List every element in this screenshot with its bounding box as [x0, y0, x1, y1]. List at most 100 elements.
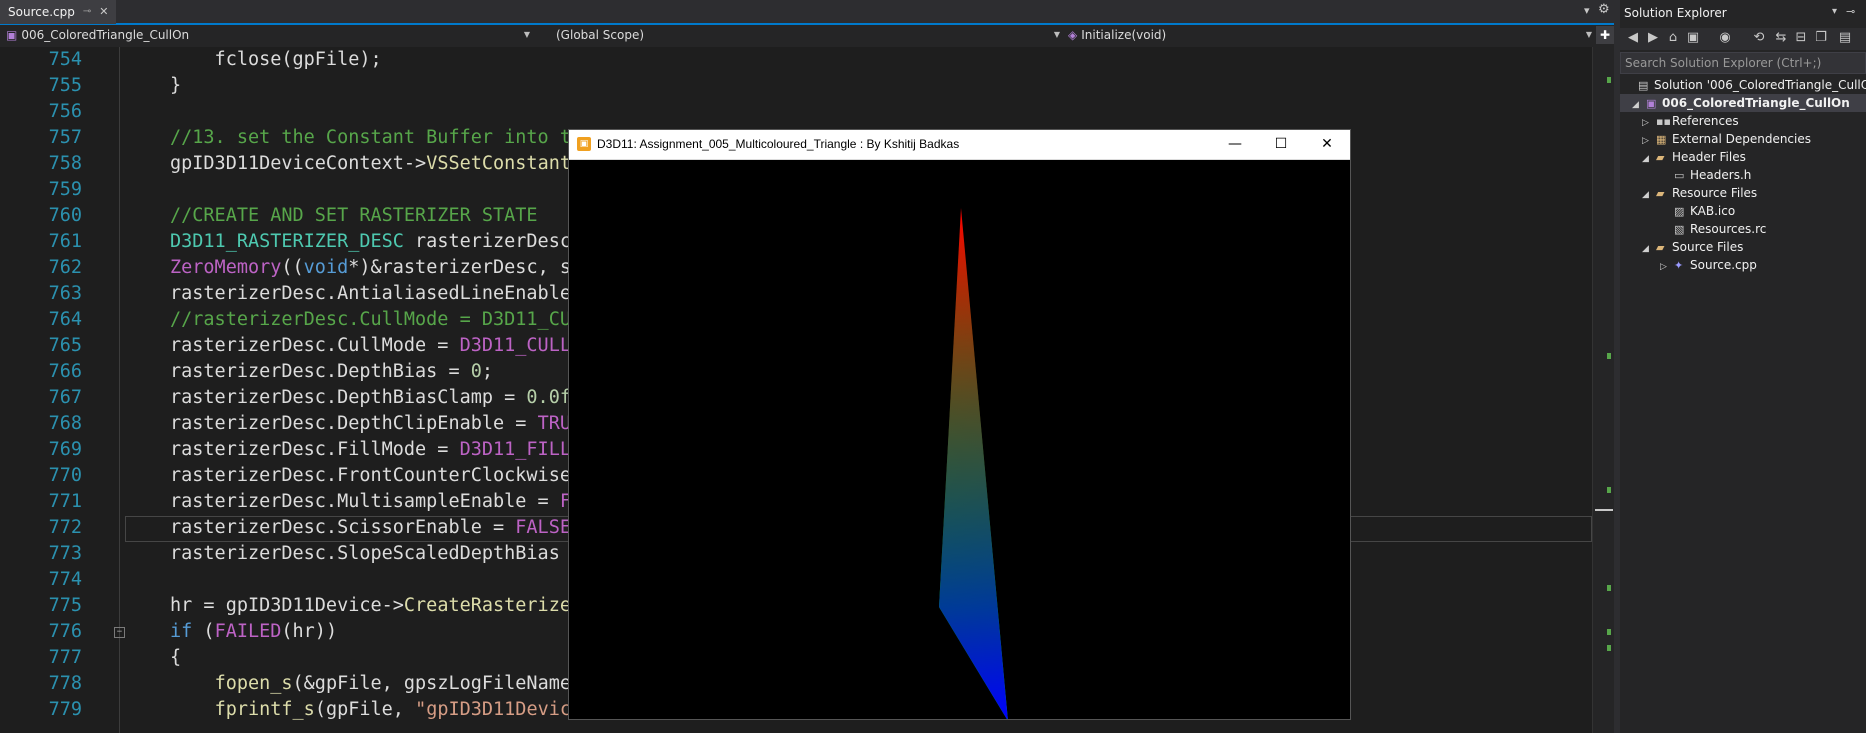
project-dropdown-label: 006_ColoredTriangle_CullOn	[21, 28, 190, 42]
pin-icon[interactable]: ⊸	[1846, 5, 1855, 18]
solution-icon: ▤	[1638, 79, 1649, 92]
tree-item-resources-rc[interactable]: ▧ Resources.rc	[1674, 220, 1766, 238]
code-text: rasterizerDesc.ScissorEnable = FALSE	[170, 515, 571, 541]
tab-source-cpp[interactable]: Source.cpp ⊸ ✕	[0, 0, 117, 24]
tree-item-label: Header Files	[1672, 150, 1746, 164]
collapse-all-icon[interactable]: ⊟	[1792, 30, 1810, 45]
tree-item-resource-files[interactable]: ◢ ▰ Resource Files	[1642, 184, 1757, 202]
triangle-blue-blend	[939, 208, 1008, 719]
switch-views-icon[interactable]: ▣	[1684, 30, 1702, 45]
scope-dropdown[interactable]: (Global Scope) ▼	[540, 25, 1064, 45]
scroll-position-marker[interactable]	[1595, 509, 1613, 511]
maximize-icon[interactable]: ☐	[1258, 130, 1304, 159]
line-number: 777	[48, 647, 82, 668]
code-text: fprintf_s(gpFile, "gpID3D11Devic	[170, 697, 571, 723]
back-icon[interactable]: ◀	[1624, 30, 1642, 45]
line-number: 761	[48, 231, 82, 252]
line-number: 763	[48, 283, 82, 304]
chevron-down-icon[interactable]: ▾	[1832, 6, 1837, 17]
code-text: rasterizerDesc.CullMode = D3D11_CULL	[170, 333, 571, 359]
code-text: rasterizerDesc.FillMode = D3D11_FILL	[170, 437, 571, 463]
tree-item-source-cpp[interactable]: ▷ ✦ Source.cpp	[1660, 256, 1757, 274]
line-number: 762	[48, 257, 82, 278]
tree-item-source-files[interactable]: ◢ ▰ Source Files	[1642, 238, 1743, 256]
expanded-arrow-icon[interactable]: ◢	[1642, 150, 1656, 168]
tree-item-project[interactable]: ◢ ▣ 006_ColoredTriangle_CullOn	[1620, 94, 1866, 112]
image-file-icon: ▨	[1674, 205, 1685, 218]
window-title: D3D11: Assignment_005_Multicoloured_Tria…	[597, 137, 960, 151]
code-line[interactable]: 756	[0, 99, 1592, 125]
code-line[interactable]: 755}	[0, 73, 1592, 99]
project-dropdown[interactable]: ▣ 006_ColoredTriangle_CullOn ▼	[6, 25, 534, 45]
collapse-icon[interactable]: −	[114, 627, 125, 638]
line-number: 778	[48, 673, 82, 694]
code-text: //CREATE AND SET RASTERIZER STATE	[170, 203, 538, 229]
tree-item-headers-h[interactable]: ▭ Headers.h	[1674, 166, 1751, 184]
history-icon[interactable]: ⟲	[1750, 30, 1768, 45]
code-token: rasterizerDesc.DepthClipEnable =	[170, 413, 538, 434]
code-text: //13. set the Constant Buffer into t	[170, 125, 571, 151]
function-icon: ◈	[1068, 28, 1078, 42]
code-token: gpID3D11DeviceContext->	[170, 153, 427, 174]
tree-item-header-files[interactable]: ◢ ▰ Header Files	[1642, 148, 1746, 166]
code-line[interactable]: 754 fclose(gpFile);	[0, 47, 1592, 73]
split-editor-button[interactable]: ✚	[1596, 26, 1614, 44]
line-number: 760	[48, 205, 82, 226]
scope-dropdown-label: (Global Scope)	[556, 28, 645, 42]
minimize-icon[interactable]: —	[1212, 130, 1258, 159]
sync-icon[interactable]: ⇆	[1772, 30, 1790, 45]
solution-explorer-title: Solution Explorer	[1624, 6, 1727, 20]
close-icon[interactable]: ✕	[1304, 130, 1350, 159]
function-dropdown[interactable]: ◈ Initialize(void) ▼	[1068, 25, 1596, 45]
code-token: ((	[281, 257, 304, 278]
code-text: fclose(gpFile);	[170, 47, 382, 73]
code-text: if (FAILED(hr))	[170, 619, 337, 645]
code-token: (	[192, 621, 215, 642]
home-icon[interactable]: ⌂	[1664, 30, 1682, 45]
code-token: rasterizerDesc.ScissorEnable =	[170, 517, 516, 538]
code-token: 0	[470, 361, 482, 382]
change-marker	[1607, 585, 1611, 591]
code-token: fclose(gpFile);	[170, 49, 382, 70]
tree-item-external-dependencies[interactable]: ▷ ▦ External Dependencies	[1642, 130, 1811, 148]
line-number: 768	[48, 413, 82, 434]
editor-vertical-scrollbar[interactable]	[1592, 47, 1614, 733]
tree-item-label: KAB.ico	[1690, 204, 1736, 218]
code-text: hr = gpID3D11Device->CreateRasterize	[170, 593, 571, 619]
code-token: D3D11_FILL	[459, 439, 571, 460]
properties-icon[interactable]: ❐	[1812, 30, 1830, 45]
window-title-bar[interactable]: ▣ D3D11: Assignment_005_Multicoloured_Tr…	[569, 130, 1350, 160]
gear-icon[interactable]: ⚙	[1598, 2, 1610, 17]
code-text: gpID3D11DeviceContext->VSSetConstant	[170, 151, 571, 177]
code-token: rasterizerDesc.CullMode =	[170, 335, 460, 356]
code-token: hr = gpID3D11Device->	[170, 595, 404, 616]
code-token: fprintf_s	[214, 699, 315, 720]
code-token: ZeroMemory	[170, 257, 282, 278]
close-icon[interactable]: ✕	[99, 0, 108, 24]
code-token: (&gpFile, gpszLogFileName	[292, 673, 571, 694]
line-number: 755	[48, 75, 82, 96]
preview-icon[interactable]: ▤	[1836, 30, 1854, 45]
tree-item-solution[interactable]: ▤ Solution '006_ColoredTriangle_CullOn' (…	[1624, 76, 1866, 94]
expanded-arrow-icon[interactable]: ◢	[1642, 240, 1656, 258]
tree-item-references[interactable]: ▷ ▪▪References	[1642, 112, 1739, 130]
code-token: rasterizerDesc	[403, 231, 571, 252]
tree-item-label: Resources.rc	[1690, 222, 1767, 236]
pin-icon[interactable]: ⊸	[83, 0, 91, 24]
tree-item-label: 006_ColoredTriangle_CullOn	[1662, 96, 1850, 110]
code-token: rasterizerDesc.DepthBias =	[170, 361, 471, 382]
line-number: 776	[48, 621, 82, 642]
expanded-arrow-icon[interactable]: ◢	[1642, 186, 1656, 204]
solution-search-input[interactable]: Search Solution Explorer (Ctrl+;)	[1620, 52, 1866, 74]
tree-item-kab-ico[interactable]: ▨ KAB.ico	[1674, 202, 1735, 220]
code-token: void	[303, 257, 349, 278]
forward-icon[interactable]: ▶	[1644, 30, 1662, 45]
code-token: rasterizerDesc.AntialiasedLineEnable	[170, 283, 571, 304]
tab-overflow-dropdown-icon[interactable]: ▾	[1584, 4, 1590, 17]
code-text: rasterizerDesc.MultisampleEnable = F	[170, 489, 571, 515]
code-token: "gpID3D11Devic	[415, 699, 571, 720]
show-all-files-icon[interactable]: ◉	[1716, 30, 1734, 45]
d3d11-app-window[interactable]: ▣ D3D11: Assignment_005_Multicoloured_Tr…	[568, 129, 1351, 720]
collapsed-arrow-icon[interactable]: ▷	[1660, 258, 1674, 276]
code-text: ZeroMemory((void*)&rasterizerDesc, s	[170, 255, 571, 281]
